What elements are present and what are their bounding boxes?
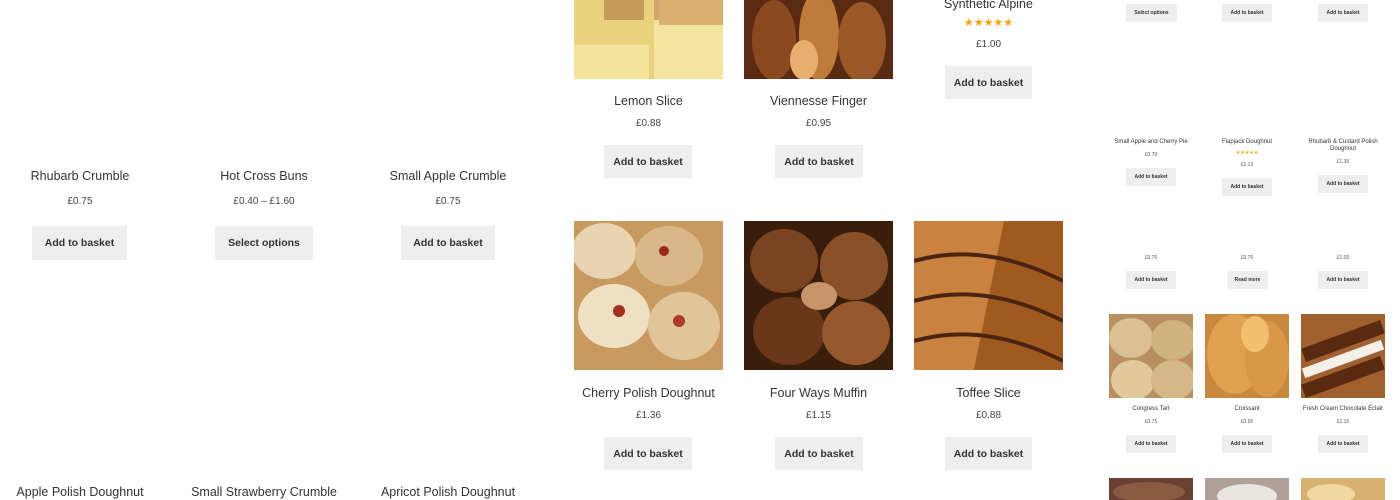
product-title[interactable]: Hot Cross Buns	[184, 169, 344, 183]
product-price: £0.70	[1240, 255, 1254, 261]
add-to-basket-button[interactable]: Add to basket	[604, 437, 692, 470]
product-price: £1.15	[805, 410, 832, 421]
add-to-basket-button[interactable]: Add to basket	[1318, 435, 1368, 453]
product-thumbnail[interactable]	[1109, 478, 1193, 500]
product-price: £0.95	[805, 118, 832, 129]
add-to-basket-button[interactable]: Add to basket	[1318, 4, 1368, 22]
add-to-basket-button[interactable]: Add to basket	[775, 145, 863, 178]
lemon-slice-image[interactable]	[574, 0, 723, 79]
product-title[interactable]: Croissant	[1205, 406, 1289, 413]
product-price: £0.90	[1240, 419, 1254, 425]
product-price: £0.75	[1144, 419, 1158, 425]
product-price: £1.36	[1336, 159, 1350, 165]
add-to-basket-button[interactable]: Add to basket	[945, 437, 1032, 470]
product-price: £0.70	[1144, 152, 1158, 158]
add-to-basket-button[interactable]: Add to basket	[1222, 435, 1272, 453]
product-price: £1.36	[635, 410, 662, 421]
viennesse-finger-image[interactable]	[744, 0, 893, 79]
product-title[interactable]: Lemon Slice	[574, 94, 723, 108]
add-to-basket-button[interactable]: Add to basket	[1318, 271, 1368, 289]
product-title[interactable]: Synthetic Alpine	[914, 0, 1063, 11]
four-ways-muffin-image[interactable]	[744, 221, 893, 370]
add-to-basket-button[interactable]: Add to basket	[945, 66, 1032, 99]
product-title[interactable]: Small Apple Crumble	[368, 169, 528, 183]
add-to-basket-button[interactable]: Add to basket	[1126, 271, 1176, 289]
add-to-basket-button[interactable]: Add to basket	[775, 437, 863, 470]
rating-stars: ★★★★★	[963, 17, 1014, 29]
add-to-basket-button[interactable]: Add to basket	[1222, 4, 1272, 22]
add-to-basket-button[interactable]: Add to basket	[1126, 168, 1176, 186]
rating-stars: ★★★★★	[1235, 150, 1259, 156]
add-to-basket-button[interactable]: Add to basket	[401, 226, 495, 260]
product-title[interactable]: Rhubarb Crumble	[0, 169, 160, 183]
croissant-image[interactable]	[1205, 314, 1289, 398]
add-to-basket-button[interactable]: Add to basket	[1318, 175, 1368, 193]
product-title[interactable]: Cherry Polish Doughnut	[574, 386, 723, 400]
product-title-small-strawberry-crumble[interactable]: Small Strawberry Crumble	[184, 485, 344, 499]
product-price: £0.70	[1144, 255, 1158, 261]
product-title[interactable]: Four Ways Muffin	[744, 386, 893, 400]
product-thumbnail[interactable]	[1205, 478, 1289, 500]
toffee-slice-image[interactable]	[914, 221, 1063, 370]
product-title-apricot-polish-doughnut[interactable]: Apricot Polish Doughnut	[368, 485, 528, 499]
product-title[interactable]: Toffee Slice	[914, 386, 1063, 400]
product-title[interactable]: Congress Tart	[1109, 406, 1193, 413]
product-price: £0.75	[67, 196, 93, 207]
product-title[interactable]: Viennesse Finger	[744, 94, 893, 108]
select-options-button[interactable]: Select options	[215, 226, 313, 260]
cherry-polish-doughnut-image[interactable]	[574, 221, 723, 370]
add-to-basket-button[interactable]: Add to basket	[604, 145, 692, 178]
product-title[interactable]: Fresh Cream Chocolate Éclair	[1301, 406, 1385, 413]
select-options-button[interactable]: Select options	[1126, 4, 1177, 22]
add-to-basket-button[interactable]: Add to basket	[1222, 178, 1272, 196]
product-thumbnail[interactable]	[1301, 478, 1385, 500]
product-title-apple-polish-doughnut[interactable]: Apple Polish Doughnut	[0, 485, 160, 499]
product-price: £1.00	[975, 39, 1002, 50]
add-to-basket-button[interactable]: Add to basket	[32, 226, 127, 260]
fresh-cream-chocolate-eclair-image[interactable]	[1301, 314, 1385, 398]
product-price: £0.75	[435, 196, 461, 207]
congress-tart-image[interactable]	[1109, 314, 1193, 398]
product-title[interactable]: Small Apple and Cherry Pie	[1109, 139, 1193, 146]
product-price: £0.88	[975, 410, 1002, 421]
product-price: £0.40 – £1.60	[233, 196, 295, 207]
product-price: £1.15	[1336, 419, 1350, 425]
product-title[interactable]: Rhubarb & Custard Polish Doughnut	[1301, 139, 1385, 153]
product-title[interactable]: Flapjack Doughnut	[1205, 139, 1289, 146]
product-price: £0.88	[635, 118, 662, 129]
read-more-button[interactable]: Read more	[1227, 271, 1268, 289]
product-price: £1.12	[1240, 162, 1254, 168]
product-price: £1.00	[1336, 255, 1350, 261]
add-to-basket-button[interactable]: Add to basket	[1126, 435, 1176, 453]
